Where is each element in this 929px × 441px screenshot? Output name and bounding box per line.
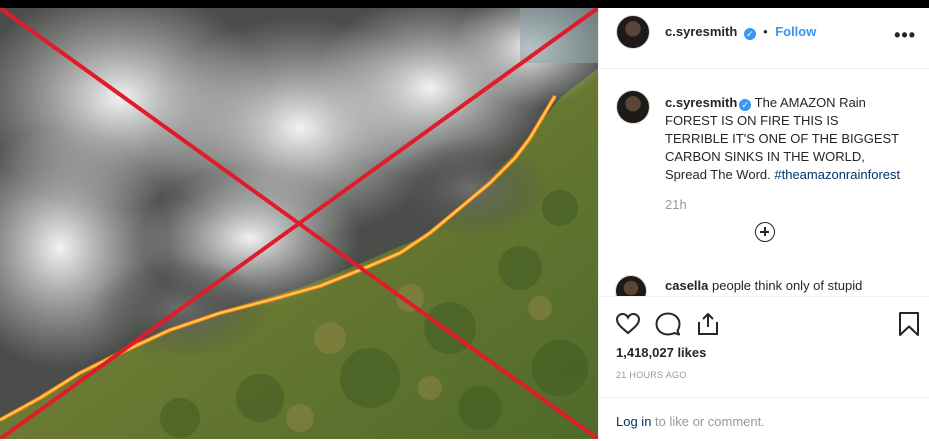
avatar[interactable] bbox=[616, 15, 650, 49]
heart-icon[interactable] bbox=[615, 311, 641, 337]
separator-dot: • bbox=[763, 24, 768, 39]
bookmark-icon[interactable] bbox=[896, 311, 922, 337]
caption-age[interactable]: 21h bbox=[665, 197, 687, 212]
username-link[interactable]: c.syresmith bbox=[665, 24, 737, 39]
comment-avatar[interactable] bbox=[615, 275, 647, 296]
follow-button[interactable]: Follow bbox=[775, 24, 816, 39]
load-more-comments-icon[interactable] bbox=[755, 222, 775, 242]
comment-icon[interactable] bbox=[655, 311, 681, 337]
post-time[interactable]: 21 HOURS AGO bbox=[616, 370, 687, 380]
post-side-panel: c.syresmith ✓ • Follow ••• c.syresmith ✓ … bbox=[598, 8, 929, 439]
caption-avatar[interactable] bbox=[616, 90, 650, 124]
comment-username-link[interactable]: casella bbox=[665, 278, 708, 293]
share-icon[interactable] bbox=[695, 311, 721, 337]
post-caption: c.syresmith ✓ The AMAZON Rain FOREST IS O… bbox=[665, 94, 905, 184]
post-header: c.syresmith ✓ • Follow ••• bbox=[599, 8, 929, 69]
post-photo[interactable] bbox=[0, 8, 598, 439]
verified-icon: ✓ bbox=[743, 28, 756, 40]
comment-text: people think only of stupid bbox=[712, 278, 863, 293]
caption-username-link[interactable]: c.syresmith bbox=[665, 95, 737, 110]
more-options-icon[interactable]: ••• bbox=[894, 25, 916, 46]
login-suffix: to like or comment. bbox=[651, 414, 765, 429]
login-prompt: Log in to like or comment. bbox=[599, 397, 929, 441]
comment-row: casella people think only of stupid bbox=[615, 275, 915, 296]
caption-verified-icon: ✓ bbox=[739, 99, 752, 111]
hashtag-link[interactable]: #theamazonrainforest bbox=[774, 167, 900, 182]
wildfire-image bbox=[0, 8, 598, 439]
top-black-bar bbox=[0, 0, 929, 8]
like-count[interactable]: 1,418,027 likes bbox=[616, 345, 706, 360]
action-bar: 1,418,027 likes 21 HOURS AGO Log in to l… bbox=[599, 296, 929, 440]
login-link[interactable]: Log in bbox=[616, 414, 651, 429]
header-user-row: c.syresmith ✓ • Follow bbox=[665, 23, 816, 41]
